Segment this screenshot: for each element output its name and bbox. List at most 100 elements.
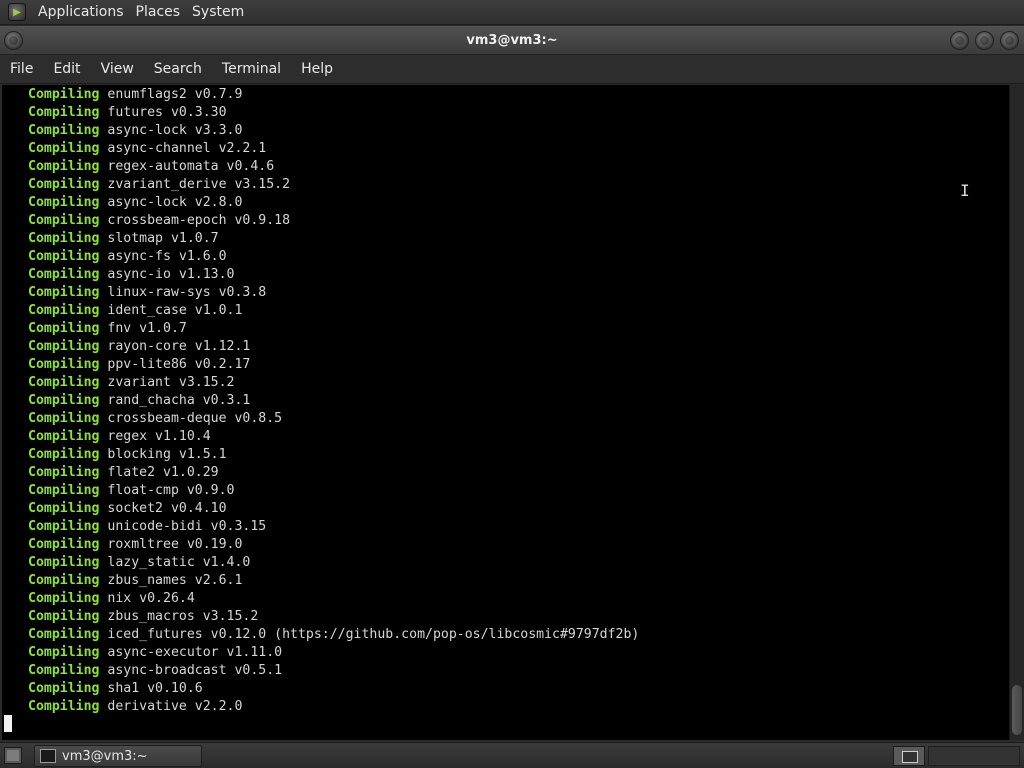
terminal-line: Compiling ident_case v1.0.1 (28, 302, 1009, 320)
terminal-line-keyword: Compiling (28, 627, 100, 642)
terminal-line-text: slotmap v1.0.7 (107, 231, 219, 246)
terminal-line: Compiling async-lock v3.3.0 (28, 122, 1009, 140)
terminal-line: Compiling async-broadcast v0.5.1 (28, 662, 1009, 680)
terminal-line-keyword: Compiling (28, 87, 100, 102)
terminal-line: Compiling unicode-bidi v0.3.15 (28, 518, 1009, 536)
taskbar-item-terminal[interactable]: vm3@vm3:~ (34, 745, 202, 767)
terminal-line-keyword: Compiling (28, 303, 100, 318)
terminal-line-keyword: Compiling (28, 429, 100, 444)
terminal-line-keyword: Compiling (28, 231, 100, 246)
terminal-line-keyword: Compiling (28, 213, 100, 228)
terminal-line: Compiling sha1 v0.10.6 (28, 680, 1009, 698)
terminal-line-text: zvariant v3.15.2 (107, 375, 235, 390)
terminal-line-text: socket2 v0.4.10 (107, 501, 227, 516)
menu-view[interactable]: View (91, 55, 144, 84)
terminal-line: Compiling blocking v1.5.1 (28, 446, 1009, 464)
terminal-line: Compiling async-executor v1.11.0 (28, 644, 1009, 662)
terminal-line: Compiling ppv-lite86 v0.2.17 (28, 356, 1009, 374)
terminal-line-text: regex v1.10.4 (107, 429, 211, 444)
terminal-line: Compiling enumflags2 v0.7.9 (28, 86, 1009, 104)
panel-menu-system[interactable]: System (186, 0, 250, 25)
terminal-line-text: async-fs v1.6.0 (107, 249, 227, 264)
panel-menu-applications[interactable]: Applications (32, 0, 130, 25)
terminal-line: Compiling roxmltree v0.19.0 (28, 536, 1009, 554)
terminal-line-keyword: Compiling (28, 123, 100, 138)
terminal-line-text: ident_case v1.0.1 (107, 303, 243, 318)
terminal-line-keyword: Compiling (28, 105, 100, 120)
menu-search[interactable]: Search (144, 55, 212, 84)
workspace-switcher[interactable] (928, 746, 1020, 766)
terminal-line-keyword: Compiling (28, 285, 100, 300)
terminal-line-text: zvariant_derive v3.15.2 (107, 177, 291, 192)
terminal-line-text: iced_futures v0.12.0 (https://github.com… (107, 627, 640, 642)
terminal-line-text: flate2 v1.0.29 (107, 465, 219, 480)
window-titlebar[interactable]: vm3@vm3:~ (0, 26, 1024, 55)
terminal-line: Compiling float-cmp v0.9.0 (28, 482, 1009, 500)
panel-menu-places[interactable]: Places (130, 0, 187, 25)
terminal-line-text: linux-raw-sys v0.3.8 (107, 285, 267, 300)
terminal-line-text: regex-automata v0.4.6 (107, 159, 275, 174)
terminal-line-keyword: Compiling (28, 393, 100, 408)
scrollbar-thumb[interactable] (1012, 685, 1022, 735)
main-menu-icon[interactable]: ▶ (8, 3, 26, 21)
terminal-line-keyword: Compiling (28, 501, 100, 516)
terminal-line-text: sha1 v0.10.6 (107, 681, 203, 696)
maximize-button[interactable] (975, 31, 994, 50)
close-button[interactable] (1000, 31, 1019, 50)
terminal-line: Compiling zvariant v3.15.2 (28, 374, 1009, 392)
terminal-line-text: async-lock v3.3.0 (107, 123, 243, 138)
terminal-line-keyword: Compiling (28, 249, 100, 264)
terminal-line: Compiling iced_futures v0.12.0 (https://… (28, 626, 1009, 644)
terminal-line-keyword: Compiling (28, 375, 100, 390)
menu-help[interactable]: Help (291, 55, 343, 84)
menu-terminal[interactable]: Terminal (212, 55, 291, 84)
terminal-line: Compiling zbus_names v2.6.1 (28, 572, 1009, 590)
terminal-line-text: async-executor v1.11.0 (107, 645, 283, 660)
terminal-line-text: unicode-bidi v0.3.15 (107, 519, 267, 534)
terminal-line: Compiling rayon-core v1.12.1 (28, 338, 1009, 356)
terminal-line-keyword: Compiling (28, 465, 100, 480)
terminal-line-keyword: Compiling (28, 591, 100, 606)
terminal-line-text: lazy_static v1.4.0 (107, 555, 251, 570)
terminal-line: Compiling linux-raw-sys v0.3.8 (28, 284, 1009, 302)
terminal-line-text: rand_chacha v0.3.1 (107, 393, 251, 408)
terminal-line: Compiling async-fs v1.6.0 (28, 248, 1009, 266)
bottom-taskbar: vm3@vm3:~ (0, 742, 1024, 768)
minimize-button[interactable] (950, 31, 969, 50)
menu-file[interactable]: File (0, 55, 43, 84)
terminal-line-text: async-broadcast v0.5.1 (107, 663, 283, 678)
terminal-line: Compiling async-io v1.13.0 (28, 266, 1009, 284)
terminal-line-text: roxmltree v0.19.0 (107, 537, 243, 552)
menubar: File Edit View Search Terminal Help (0, 55, 1024, 84)
terminal-line-keyword: Compiling (28, 411, 100, 426)
terminal-line-text: ppv-lite86 v0.2.17 (107, 357, 251, 372)
terminal-icon (40, 749, 56, 763)
terminal-line-keyword: Compiling (28, 339, 100, 354)
terminal-line: Compiling async-channel v2.2.1 (28, 140, 1009, 158)
terminal-line-keyword: Compiling (28, 699, 100, 714)
terminal-line: Compiling crossbeam-deque v0.8.5 (28, 410, 1009, 428)
terminal-line-text: enumflags2 v0.7.9 (107, 87, 243, 102)
terminal-line: Compiling slotmap v1.0.7 (28, 230, 1009, 248)
terminal-output[interactable]: Compiling enumflags2 v0.7.9 Compiling fut… (0, 85, 1009, 740)
terminal-line: Compiling socket2 v0.4.10 (28, 500, 1009, 518)
show-desktop-icon[interactable] (4, 747, 22, 764)
terminal-line-keyword: Compiling (28, 645, 100, 660)
terminal-line-text: blocking v1.5.1 (107, 447, 227, 462)
terminal-scrollbar[interactable] (1009, 85, 1024, 740)
menu-edit[interactable]: Edit (43, 55, 90, 84)
terminal-cursor (4, 715, 12, 732)
terminal-lines: Compiling enumflags2 v0.7.9 Compiling fut… (28, 86, 1009, 716)
terminal-line-keyword: Compiling (28, 555, 100, 570)
terminal-line: Compiling flate2 v1.0.29 (28, 464, 1009, 482)
terminal-line: Compiling rand_chacha v0.3.1 (28, 392, 1009, 410)
workspace-switcher-icon[interactable] (893, 746, 925, 766)
terminal-line: Compiling futures v0.3.30 (28, 104, 1009, 122)
terminal-line-keyword: Compiling (28, 663, 100, 678)
terminal-line-text: zbus_macros v3.15.2 (107, 609, 259, 624)
terminal-line-text: nix v0.26.4 (107, 591, 195, 606)
terminal-line-keyword: Compiling (28, 177, 100, 192)
terminal-line-keyword: Compiling (28, 447, 100, 462)
terminal-line-text: rayon-core v1.12.1 (107, 339, 251, 354)
terminal-line: Compiling derivative v2.2.0 (28, 698, 1009, 716)
